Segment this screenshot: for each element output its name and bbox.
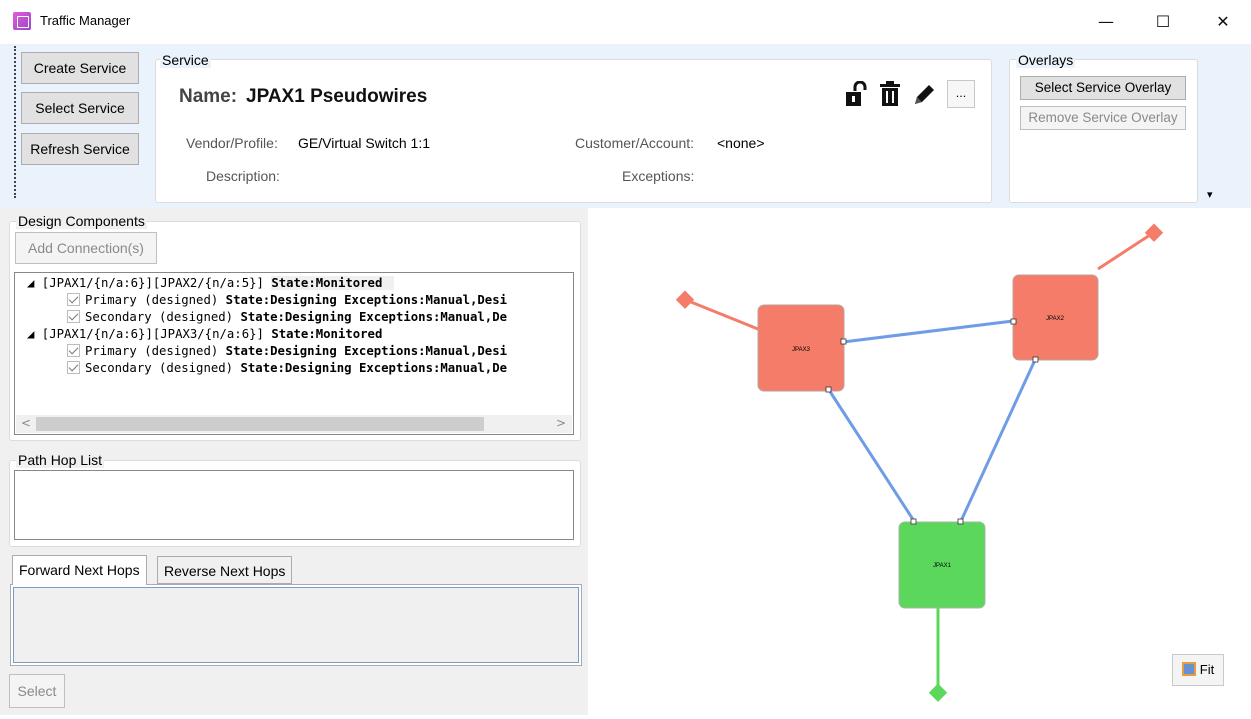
service-name-label: Name: [179, 86, 238, 107]
unlock-button[interactable] [842, 80, 870, 108]
link-jpax3-jpax2[interactable] [842, 319, 1014, 344]
design-components-title: Design Components [16, 213, 147, 229]
pencil-icon [915, 85, 934, 104]
maximize-button[interactable]: ☐ [1143, 8, 1183, 36]
endpoint-jpax1[interactable] [928, 683, 948, 702]
next-hops-list[interactable] [13, 587, 579, 663]
port-handle[interactable] [825, 386, 832, 393]
tree-row[interactable]: ◢ [JPAX1/{n/a:6}][JPAX3/{n/a:6}] State:M… [27, 326, 382, 343]
create-service-button[interactable]: Create Service [21, 52, 139, 84]
port-handle[interactable] [910, 518, 917, 525]
close-button[interactable]: ✕ [1203, 8, 1243, 36]
tree-row[interactable]: Primary (designed) State:Designing Excep… [67, 343, 507, 360]
scrollbar-thumb[interactable] [36, 417, 484, 431]
port-handle[interactable] [1010, 318, 1017, 325]
select-overlay-button[interactable]: Select Service Overlay [1020, 76, 1186, 100]
endpoint-jpax2[interactable] [1144, 223, 1164, 242]
tree-row[interactable]: Primary (designed) State:Designing Excep… [67, 292, 507, 309]
customer-value: <none> [717, 135, 765, 151]
node-label: JPAX1 [933, 563, 952, 569]
description-label: Description: [206, 168, 280, 184]
tree-row[interactable]: Secondary (designed) State:Designing Exc… [67, 360, 507, 377]
vendor-value: GE/Virtual Switch 1:1 [298, 135, 431, 151]
select-button[interactable]: Select [9, 674, 65, 708]
checkbox[interactable] [67, 293, 80, 306]
remove-overlay-button[interactable]: Remove Service Overlay [1020, 106, 1186, 130]
customer-label: Customer/Account: [575, 135, 695, 151]
exceptions-label: Exceptions: [622, 168, 695, 184]
design-components-tree[interactable]: ◢ [JPAX1/{n/a:6}][JPAX2/{n/a:5}] State:M… [14, 272, 574, 435]
fit-icon [1181, 662, 1196, 676]
path-hop-title: Path Hop List [16, 452, 105, 468]
delete-button[interactable] [876, 80, 904, 108]
scroll-left-icon[interactable]: < [21, 416, 31, 430]
node-label: JPAX2 [1046, 316, 1065, 322]
tree-row[interactable]: Secondary (designed) State:Designing Exc… [67, 309, 507, 326]
edge-link-jpax2[interactable] [1097, 231, 1154, 271]
service-group-title: Service [160, 52, 211, 68]
select-service-button[interactable]: Select Service [21, 92, 139, 124]
endpoint-jpax3[interactable] [675, 290, 695, 309]
edit-button[interactable] [910, 80, 938, 108]
link-jpax2-jpax1[interactable] [959, 359, 1037, 522]
app-icon [13, 12, 31, 30]
port-handle[interactable] [1032, 356, 1039, 363]
port-handle[interactable] [840, 338, 847, 345]
tab-forward-next-hops[interactable]: Forward Next Hops [12, 555, 147, 585]
minimize-button[interactable]: — [1086, 8, 1126, 36]
tab-panel [10, 584, 582, 666]
edge-link-jpax3[interactable] [685, 298, 759, 331]
topology-canvas[interactable]: JPAX3 JPAX2 JPAX1 [588, 208, 1251, 715]
tab-reverse-next-hops[interactable]: Reverse Next Hops [157, 556, 293, 584]
port-handle[interactable] [957, 518, 964, 525]
trash-icon [880, 81, 900, 106]
fit-button[interactable]: Fit [1172, 654, 1224, 686]
link-jpax3-jpax1[interactable] [827, 389, 916, 522]
title-bar: Traffic Manager — ☐ ✕ [0, 0, 1251, 44]
more-button[interactable]: ... [947, 80, 975, 108]
unlock-icon [846, 81, 867, 106]
horizontal-scrollbar[interactable]: < > [16, 415, 572, 433]
topology-diagram[interactable]: JPAX3 JPAX2 JPAX1 Fit [588, 208, 1251, 715]
checkbox[interactable] [67, 344, 80, 357]
overlays-group-title: Overlays [1016, 52, 1076, 68]
tree-row[interactable]: ◢ [JPAX1/{n/a:6}][JPAX2/{n/a:5}] State:M… [27, 275, 395, 292]
vendor-label: Vendor/Profile: [186, 135, 278, 151]
node-label: JPAX3 [792, 347, 811, 353]
toolbar-grip[interactable] [14, 46, 16, 198]
scroll-right-icon[interactable]: > [556, 416, 566, 430]
checkbox[interactable] [67, 310, 80, 323]
add-connection-button[interactable]: Add Connection(s) [15, 232, 157, 264]
path-hop-list[interactable] [14, 470, 574, 540]
overflow-dropdown-icon[interactable]: ▾ [1207, 188, 1213, 201]
window-title: Traffic Manager [40, 13, 131, 28]
service-name-value: JPAX1 Pseudowires [246, 86, 428, 107]
refresh-service-button[interactable]: Refresh Service [21, 133, 139, 165]
checkbox[interactable] [67, 361, 80, 374]
